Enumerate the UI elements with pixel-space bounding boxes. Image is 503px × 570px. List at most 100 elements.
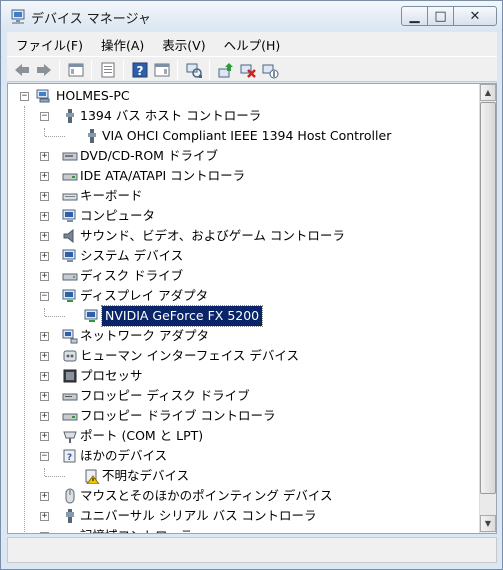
scroll-thumb[interactable]	[480, 102, 496, 494]
tree-item-mice[interactable]: + マウスとそのほかのポインティング デバイス	[8, 486, 468, 506]
expand-icon[interactable]: +	[40, 332, 49, 341]
computer-name: HOLMES-PC	[56, 88, 130, 103]
tree-item-floppy-disk-drives[interactable]: + フロッピー ディスク ドライブ	[8, 386, 468, 406]
collapse-icon[interactable]: −	[40, 292, 49, 301]
dvd-drive-icon	[62, 152, 78, 161]
tree-item-keyboards[interactable]: + キーボード	[8, 186, 468, 206]
menu-help[interactable]: ヘルプ(H)	[215, 35, 290, 54]
expand-icon[interactable]: +	[40, 232, 49, 241]
expand-icon[interactable]: +	[40, 192, 49, 201]
help-icon[interactable]: ?	[131, 61, 149, 79]
tree-item-label: マウスとそのほかのポインティング デバイス	[80, 488, 333, 503]
disable-device-icon[interactable]	[261, 61, 279, 79]
maximize-button[interactable]: □	[427, 6, 454, 26]
title-bar[interactable]: デバイス マネージャ ▁ □ ✕	[1, 1, 502, 31]
usb-controller-icon	[66, 509, 74, 523]
tree-item-label: フロッピー ディスク ドライブ	[80, 388, 250, 403]
tree-item-sound-video-game[interactable]: + サウンド、ビデオ、およびゲーム コントローラ	[8, 226, 468, 246]
expand-icon[interactable]: +	[40, 172, 49, 181]
tree-item-label: 1394 バス ホスト コントローラ	[80, 108, 262, 123]
tree-item-ide-controllers[interactable]: + IDE ATA/ATAPI コントローラ	[8, 166, 468, 186]
tree-item-dvd-drives[interactable]: + DVD/CD-ROM ドライブ	[8, 146, 468, 166]
tree-item-label: プロセッサ	[80, 368, 143, 383]
tree-item-other-devices[interactable]: − ? ほかのデバイス	[8, 446, 468, 466]
expand-icon[interactable]: +	[40, 392, 49, 401]
collapse-icon[interactable]: −	[20, 92, 29, 101]
maximize-icon: □	[434, 8, 447, 24]
device-tree-pane: − HOLMES-PC − 1394 バス ホスト コントローラ VIA OHC…	[7, 83, 497, 534]
tree-item-ports[interactable]: + ポート (COM と LPT)	[8, 426, 468, 446]
tree-item-via-1394-controller[interactable]: VIA OHCI Compliant IEEE 1394 Host Contro…	[8, 126, 468, 146]
storage-controller-icon	[62, 528, 78, 534]
toolbar-separator	[123, 60, 124, 80]
collapse-icon[interactable]: −	[40, 452, 49, 461]
ide-controller-icon	[62, 173, 78, 181]
minimize-icon: ▁	[409, 8, 420, 24]
tree-item-computer[interactable]: + コンピュータ	[8, 206, 468, 226]
collapse-icon[interactable]: −	[40, 112, 49, 121]
tree-item-hid[interactable]: + ヒューマン インターフェイス デバイス	[8, 346, 468, 366]
tree-item-label: ディスプレイ アダプタ	[80, 288, 209, 303]
scroll-up-button[interactable]: ▲	[480, 84, 496, 101]
display-adapter-icon	[62, 289, 76, 302]
expand-icon[interactable]: +	[40, 272, 49, 281]
action-pane-icon[interactable]	[153, 61, 171, 79]
expand-icon[interactable]: +	[40, 532, 49, 533]
properties-icon[interactable]	[99, 61, 117, 79]
expand-icon[interactable]: +	[40, 252, 49, 261]
expand-icon[interactable]: +	[40, 152, 49, 161]
port-icon	[63, 431, 77, 443]
expand-icon[interactable]: +	[40, 212, 49, 221]
expand-icon[interactable]: +	[40, 412, 49, 421]
tree-item-network-adapters[interactable]: + ネットワーク アダプタ	[8, 326, 468, 346]
1394-device-icon	[88, 129, 96, 143]
device-tree: − HOLMES-PC − 1394 バス ホスト コントローラ VIA OHC…	[8, 84, 480, 534]
expand-icon[interactable]: +	[40, 432, 49, 441]
scroll-down-button[interactable]: ▼	[480, 515, 496, 532]
tree-item-label: ポート (COM と LPT)	[80, 428, 204, 443]
1394-controller-icon	[66, 109, 74, 123]
tree-root-row[interactable]: − HOLMES-PC	[8, 86, 468, 106]
forward-arrow-icon[interactable]	[35, 61, 53, 79]
tree-item-unknown-device[interactable]: 不明なデバイス	[8, 466, 468, 486]
toolbar-separator	[91, 60, 92, 80]
expand-icon[interactable]: +	[40, 492, 49, 501]
expand-icon[interactable]: +	[40, 352, 49, 361]
close-button[interactable]: ✕	[453, 6, 497, 26]
update-driver-icon[interactable]	[217, 61, 235, 79]
tree-item-label: ネットワーク アダプタ	[80, 328, 209, 343]
other-devices-icon: ?	[63, 449, 76, 463]
tree-item-usb-controllers[interactable]: + ユニバーサル シリアル バス コントローラ	[8, 506, 468, 526]
expand-icon[interactable]: +	[40, 512, 49, 521]
uninstall-device-icon[interactable]	[239, 61, 257, 79]
menu-action[interactable]: 操作(A)	[92, 35, 153, 54]
toolbar-separator	[209, 60, 210, 80]
tree-item-system-devices[interactable]: + システム デバイス	[8, 246, 468, 266]
show-hide-console-tree-icon[interactable]	[67, 61, 85, 79]
tree-item-disk-drives[interactable]: + ディスク ドライブ	[8, 266, 468, 286]
tree-item-display-adapters[interactable]: − ディスプレイ アダプタ	[8, 286, 468, 306]
tree-item-label: キーボード	[80, 188, 143, 203]
device-manager-window: デバイス マネージャ ▁ □ ✕ ファイル(F) 操作(A) 表示(V) ヘルプ…	[0, 0, 503, 570]
menu-file[interactable]: ファイル(F)	[7, 35, 92, 54]
expand-icon[interactable]: +	[40, 372, 49, 381]
tree-item-label: コンピュータ	[80, 208, 156, 223]
back-arrow-icon[interactable]	[13, 61, 31, 79]
minimize-button[interactable]: ▁	[401, 6, 428, 26]
tree-item-label: VIA OHCI Compliant IEEE 1394 Host Contro…	[102, 128, 392, 143]
menu-view[interactable]: 表示(V)	[153, 35, 214, 54]
scan-hardware-changes-icon[interactable]	[185, 61, 203, 79]
tree-item-1394-controllers[interactable]: − 1394 バス ホスト コントローラ	[8, 106, 468, 126]
floppy-controller-icon	[62, 413, 78, 421]
tree-item-processors[interactable]: + プロセッサ	[8, 366, 468, 386]
close-icon: ✕	[469, 8, 481, 24]
menu-bar: ファイル(F) 操作(A) 表示(V) ヘルプ(H)	[7, 32, 497, 56]
tree-item-floppy-controllers[interactable]: + フロッピー ドライブ コントローラ	[8, 406, 468, 426]
toolbar-separator	[59, 60, 60, 80]
status-bar	[7, 537, 497, 563]
tree-item-nvidia-geforce[interactable]: NVIDIA GeForce FX 5200	[8, 305, 468, 327]
sound-icon	[63, 228, 74, 244]
tree-item-storage-controllers[interactable]: + 記憶域コントローラ	[8, 526, 468, 534]
vertical-scrollbar[interactable]: ▲ ▼	[479, 84, 496, 533]
tree-item-label: ヒューマン インターフェイス デバイス	[80, 348, 299, 363]
